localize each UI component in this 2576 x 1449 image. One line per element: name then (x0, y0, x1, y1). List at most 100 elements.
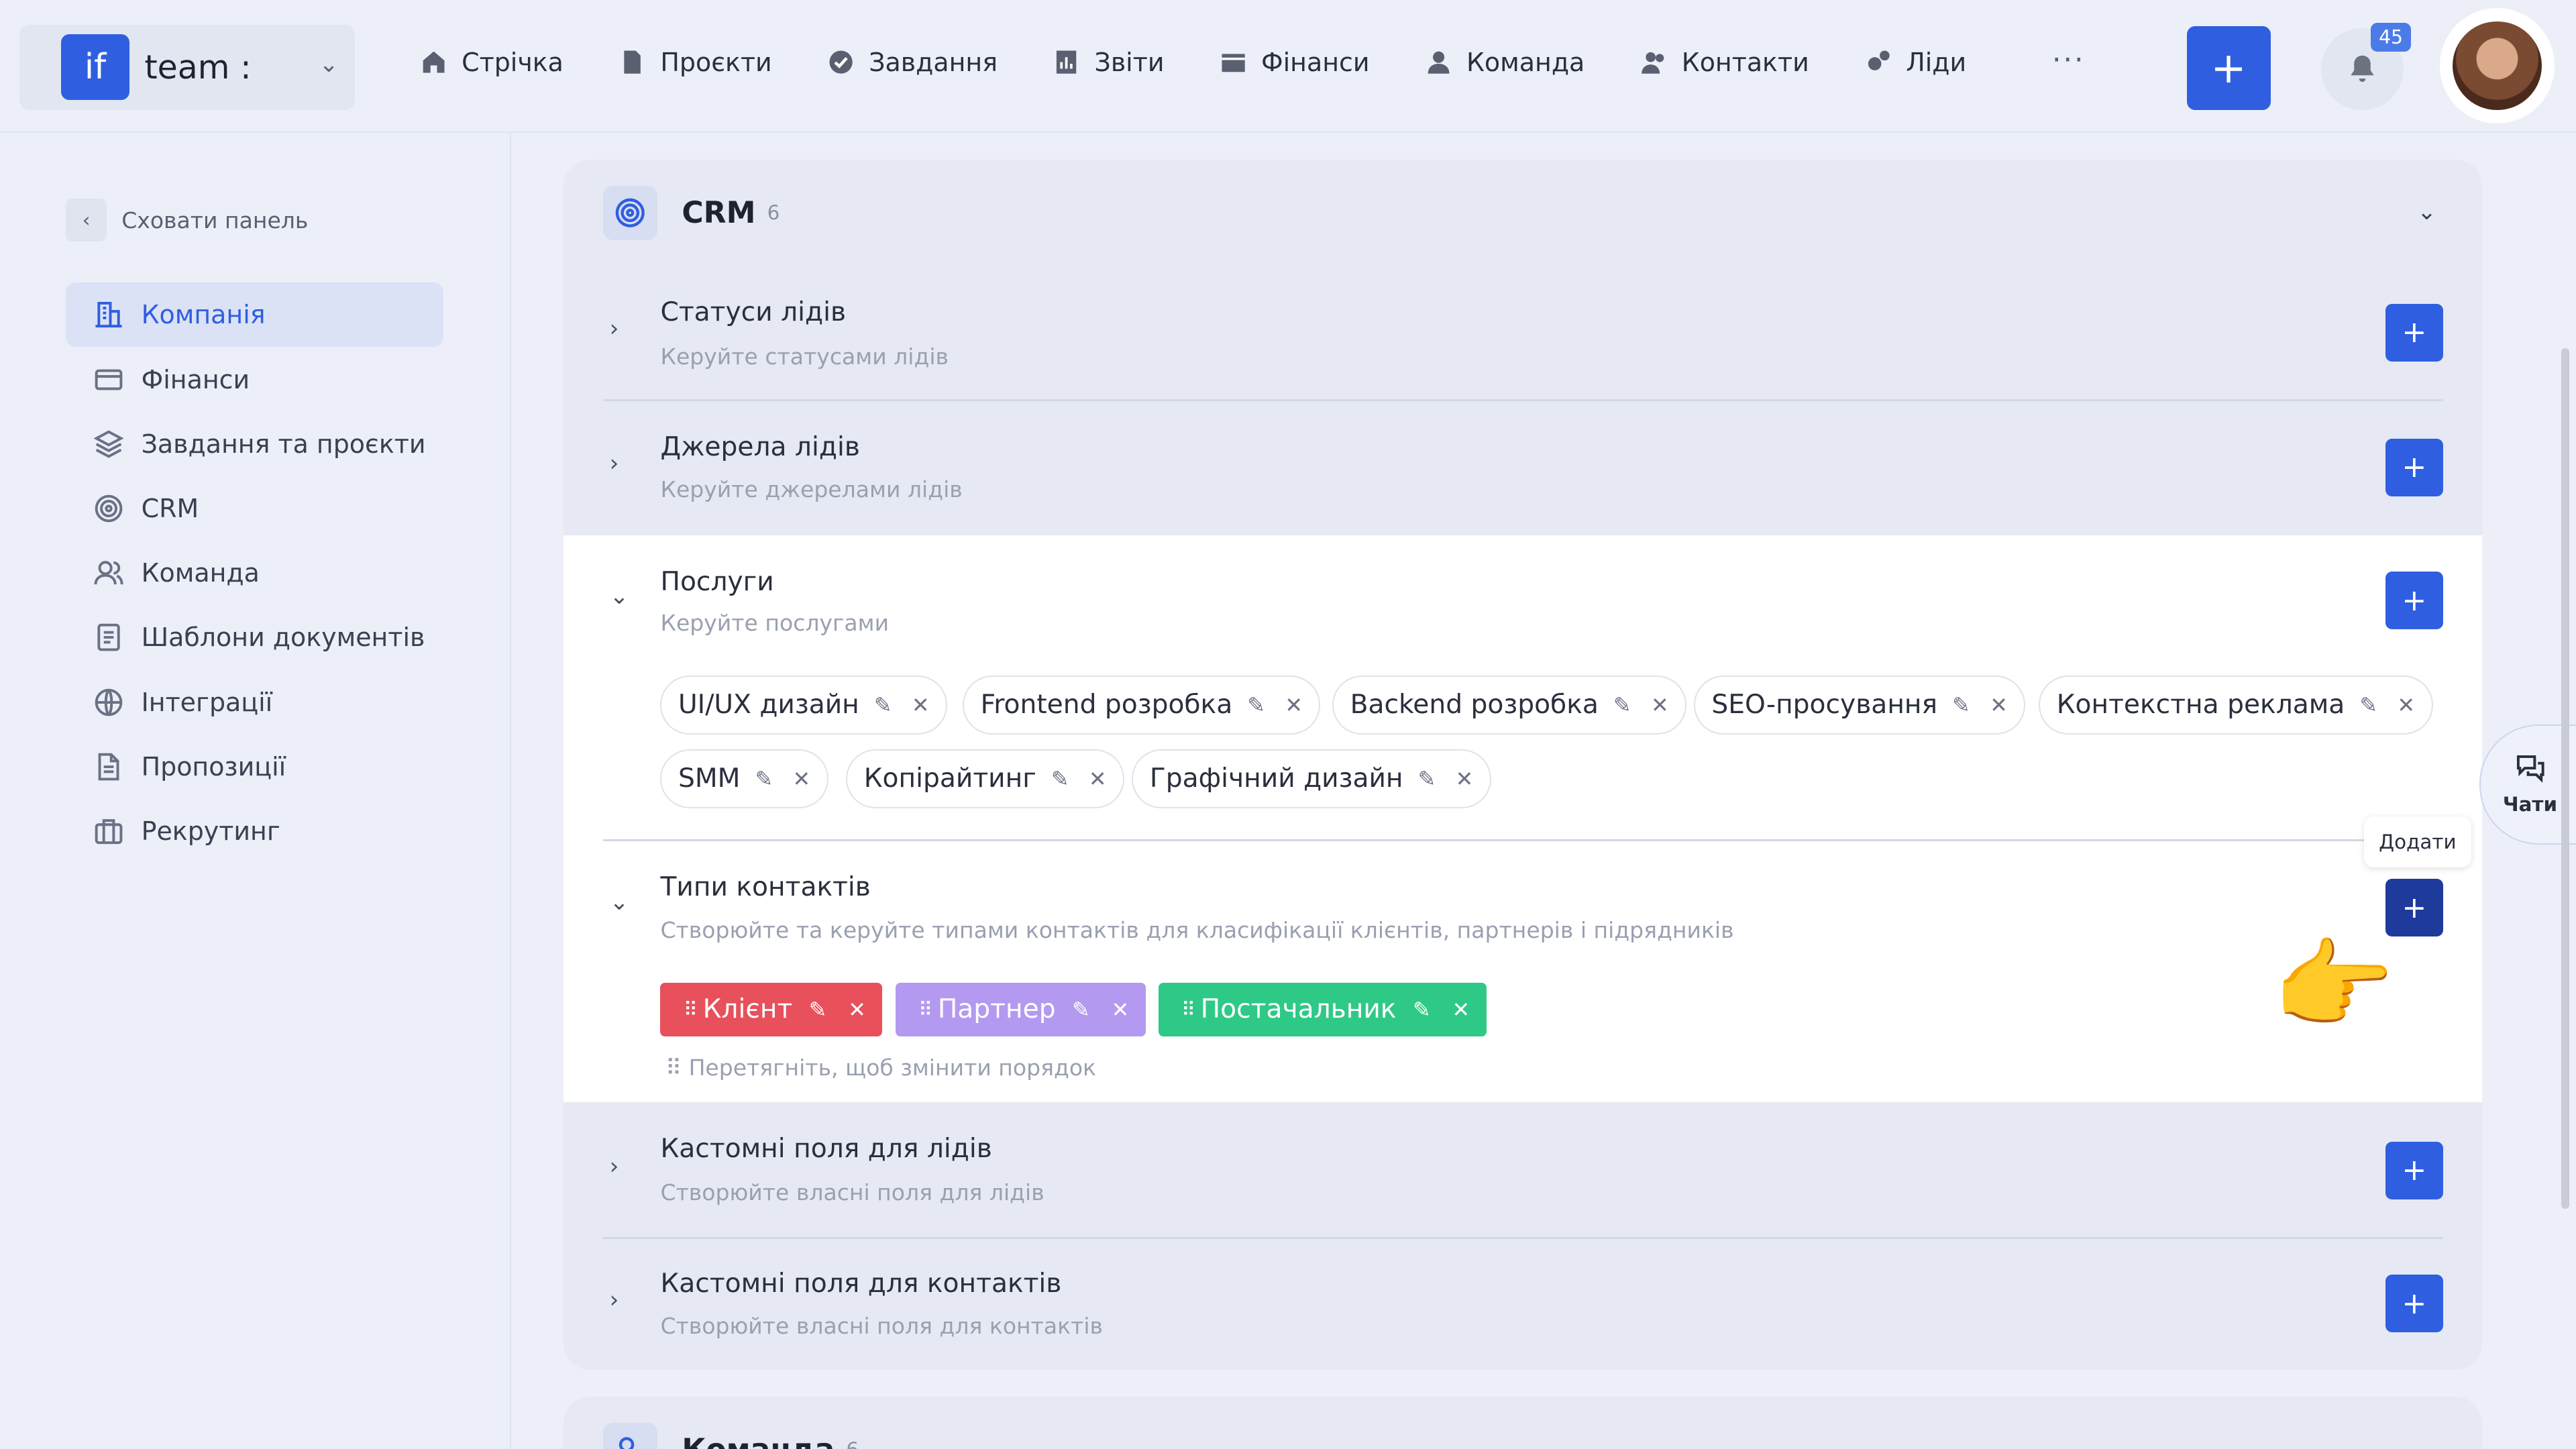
close-icon[interactable]: ✕ (1456, 766, 1474, 792)
drag-handle-icon[interactable]: ⠿ (1181, 998, 1195, 1021)
sidebar-item-label: Шаблони документів (141, 623, 425, 653)
chevron-right-icon[interactable]: › (610, 1287, 619, 1313)
chevron-down-icon[interactable]: ⌄ (610, 583, 629, 610)
chevron-down-icon: ⌄ (319, 50, 339, 78)
chevron-down-icon[interactable]: ⌄ (610, 889, 629, 916)
collapse-chevron-icon[interactable]: ⌄ (2417, 199, 2436, 225)
service-chip[interactable]: Графічний дизайн ✎ ✕ (1132, 749, 1491, 808)
hide-panel-label: Сховати панель (121, 207, 309, 233)
pencil-icon[interactable]: ✎ (1613, 692, 1631, 718)
crm-card-header[interactable]: CRM 6 (602, 185, 780, 240)
nav-item-label: Контакти (1681, 48, 1809, 78)
nav-item-finance[interactable]: Фінанси (1220, 48, 1370, 77)
pencil-icon[interactable]: ✎ (809, 997, 827, 1022)
sidebar-item-recruiting[interactable]: Рекрутинг (66, 799, 443, 863)
close-icon[interactable]: ✕ (1089, 766, 1107, 792)
close-icon[interactable]: ✕ (793, 766, 811, 792)
users-icon (1641, 52, 1664, 74)
pencil-icon[interactable]: ✎ (1413, 997, 1431, 1022)
add-lead-field-button[interactable]: + (2385, 1142, 2443, 1199)
service-chip[interactable]: Backend розробка ✎ ✕ (1332, 675, 1687, 735)
nav-item-leads[interactable]: Ліди (1865, 48, 1966, 77)
pencil-icon[interactable]: ✎ (1247, 692, 1265, 718)
service-chip[interactable]: Frontend розробка ✎ ✕ (963, 675, 1321, 735)
nav-item-projects[interactable]: Проєкти (619, 48, 772, 77)
team-card-header[interactable]: Команда 6 (602, 1422, 859, 1449)
pencil-icon[interactable]: ✎ (2359, 692, 2377, 718)
drag-handle-icon[interactable]: ⠿ (684, 998, 698, 1021)
service-chip[interactable]: SMM ✎ ✕ (660, 749, 828, 808)
close-icon[interactable]: ✕ (1112, 997, 1130, 1022)
bell-icon (2351, 56, 2374, 83)
sidebar-item-company[interactable]: Компанія (65, 282, 444, 347)
wallet-icon (1222, 54, 1245, 72)
close-icon[interactable]: ✕ (1990, 692, 2008, 718)
chevron-right-icon[interactable]: › (610, 1153, 619, 1180)
sidebar-item-crm[interactable]: CRM (66, 476, 443, 541)
notification-badge: 45 (2370, 23, 2412, 52)
service-chip[interactable]: UI/UX дизайн ✎ ✕ (660, 675, 948, 735)
check-circle-icon (829, 50, 853, 74)
close-icon[interactable]: ✕ (1452, 997, 1470, 1022)
main-nav: Стрічка Проєкти Завдання Звіти Фінанси К… (421, 48, 2023, 77)
nav-item-feed[interactable]: Стрічка (421, 48, 564, 77)
avatar[interactable] (2439, 8, 2555, 123)
sidebar-item-proposals[interactable]: Пропозиції (66, 735, 443, 799)
section-title: Кастомні поля для контактів (660, 1268, 1062, 1299)
sidebar-item-tasks-projects[interactable]: Завдання та проєкти (66, 412, 443, 476)
nav-item-contacts[interactable]: Контакти (1641, 48, 1809, 77)
add-contact-field-button[interactable]: + (2385, 1275, 2443, 1333)
drag-handle-icon[interactable]: ⠿ (918, 998, 932, 1021)
file-text-icon (98, 753, 119, 781)
chip-label: Контекстна реклама (2056, 690, 2345, 720)
pencil-icon[interactable]: ✎ (1072, 997, 1090, 1022)
close-icon[interactable]: ✕ (1651, 692, 1669, 718)
add-lead-source-button[interactable]: + (2385, 438, 2443, 496)
close-icon[interactable]: ✕ (912, 692, 930, 718)
sidebar-item-integrations[interactable]: Інтеграції (66, 670, 443, 735)
nav-item-tasks[interactable]: Завдання (828, 48, 998, 77)
hide-panel-button[interactable]: ‹ Сховати панель (65, 199, 309, 241)
scrollbar[interactable] (2561, 348, 2570, 1210)
file-icon (624, 50, 641, 74)
pencil-icon[interactable]: ✎ (1418, 766, 1436, 792)
pencil-icon[interactable]: ✎ (874, 692, 892, 718)
quick-add-button[interactable]: + (2186, 26, 2271, 111)
company-settings-icon (95, 302, 122, 328)
close-icon[interactable]: ✕ (2397, 692, 2415, 718)
service-chip[interactable]: SEO-просування ✎ ✕ (1693, 675, 2026, 735)
contact-type-tag-supplier[interactable]: ⠿ Постачальник ✎ ✕ (1158, 982, 1487, 1037)
brand-logo: if (60, 34, 130, 101)
add-service-button[interactable]: + (2385, 572, 2443, 629)
chat-icon (2517, 755, 2544, 783)
section-lead-custom-fields: › Кастомні поля для лідів Створюйте влас… (564, 1117, 2482, 1237)
sidebar-item-team[interactable]: Команда (66, 541, 443, 605)
add-lead-status-button[interactable]: + (2385, 304, 2443, 362)
briefcase-icon (95, 819, 122, 845)
section-lead-sources: › Джерела лідів Керуйте джерелами лідів … (564, 414, 2482, 534)
drag-hint: ⠿ Перетягніть, щоб змінити порядок (665, 1055, 1096, 1081)
nav-item-team[interactable]: Команда (1426, 48, 1585, 77)
close-icon[interactable]: ✕ (1285, 692, 1303, 718)
close-icon[interactable]: ✕ (848, 997, 866, 1022)
collapse-chevron-icon[interactable]: ⌄ (2417, 1436, 2436, 1449)
chevron-right-icon[interactable]: › (610, 315, 619, 342)
sidebar: ‹ Сховати панель Компанія Фінанси Завдан… (0, 133, 511, 1449)
pencil-icon[interactable]: ✎ (1051, 766, 1069, 792)
service-chip[interactable]: Копірайтинг ✎ ✕ (846, 749, 1125, 808)
users-icon (94, 561, 123, 585)
chevron-right-icon[interactable]: › (610, 450, 619, 477)
contact-type-tag-client[interactable]: ⠿ Клієнт ✎ ✕ (660, 982, 883, 1037)
sidebar-item-doc-templates[interactable]: Шаблони документів (66, 605, 443, 669)
pencil-icon[interactable]: ✎ (755, 766, 773, 792)
nav-item-reports[interactable]: Звіти (1053, 48, 1164, 77)
chip-label: UI/UX дизайн (678, 690, 859, 720)
sidebar-item-finance[interactable]: Фінанси (66, 347, 443, 411)
contact-type-tag-partner[interactable]: ⠿ Партнер ✎ ✕ (895, 982, 1146, 1037)
pencil-icon[interactable]: ✎ (1952, 692, 1970, 718)
avatar-photo (2453, 21, 2542, 111)
nav-item-label: Завдання (869, 48, 998, 78)
service-chip[interactable]: Контекстна реклама ✎ ✕ (2039, 675, 2433, 735)
workspace-switcher[interactable]: if team : ⌄ (19, 24, 355, 111)
more-menu-button[interactable]: ··· (2052, 43, 2085, 77)
